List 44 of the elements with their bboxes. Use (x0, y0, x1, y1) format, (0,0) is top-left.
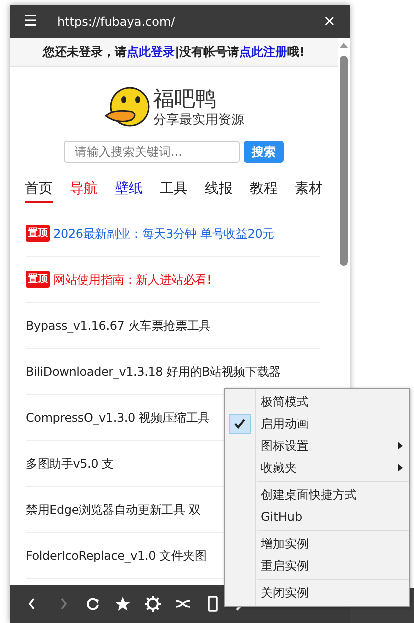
address-text: https://fubaya.com/ (57, 14, 176, 30)
nav-link[interactable]: 首页 (25, 179, 53, 203)
login-text: | (175, 44, 180, 61)
menu-item[interactable]: 增加实例 (225, 533, 409, 555)
pinned-badge: 置顶 (26, 271, 50, 288)
nav-link[interactable]: 工具 (160, 179, 188, 203)
nav-link[interactable]: 素材 (295, 179, 323, 203)
search-field[interactable]: 请输入搜索关键词... (64, 141, 240, 163)
post-link[interactable]: 2026最新副业：每天3分钟 单号收益20元 (54, 224, 274, 242)
nav-link[interactable]: 壁纸 (115, 179, 143, 203)
nav-link[interactable]: 导航 (70, 179, 98, 203)
menu-item[interactable]: 关闭实例 (225, 582, 409, 604)
menu-item[interactable]: 收藏夹 (225, 457, 409, 479)
post-link[interactable]: 网站使用指南：新人进站必看! (54, 270, 212, 288)
post-link[interactable]: 禁用Edge浏览器自动更新工具 双 (26, 500, 201, 518)
post-link[interactable]: BiliDownloader_v1.3.18 好用的B站视频下载器 (26, 362, 281, 380)
nav-link[interactable]: 教程 (250, 179, 278, 203)
menu-item[interactable]: GitHub (225, 506, 409, 528)
post-link[interactable]: 多图助手v5.0 支 (26, 454, 114, 472)
submenu-arrow-icon (398, 442, 403, 450)
gear-icon[interactable] (144, 595, 162, 613)
post-link[interactable]: FolderIcoReplace_v1.0 文件夹图 (26, 546, 207, 564)
menu-item[interactable]: 极简模式 (225, 391, 409, 413)
star-icon[interactable] (114, 595, 132, 613)
login-text: 哦! (287, 44, 305, 61)
login-link[interactable]: 点此登录 (127, 43, 176, 61)
submenu-arrow-icon (398, 464, 403, 472)
login-text: 您还未登录，请 (43, 44, 128, 61)
login-link[interactable]: 点此注册 (239, 43, 288, 61)
post-link[interactable]: CompressO_v1.3.0 视频压缩工具 (26, 408, 210, 426)
menu-item[interactable]: 重启实例 (225, 555, 409, 577)
menu-button[interactable]: ☰ (24, 14, 38, 29)
nav-link[interactable]: 线报 (205, 179, 233, 203)
menu-item[interactable]: 创建桌面快捷方式 (225, 484, 409, 506)
close-button[interactable]: × (323, 14, 336, 29)
site-name: 福吧鸭 (154, 88, 218, 111)
scroll-up-icon (340, 42, 348, 48)
login-text: 没有帐号请 (179, 44, 240, 61)
menu-item[interactable]: 启用动画 (225, 413, 409, 435)
post-link[interactable]: Bypass_v1.16.67 火车票抢票工具 (26, 316, 211, 334)
scrollbar-thumb[interactable] (340, 56, 348, 266)
pinned-badge: 置顶 (26, 225, 50, 242)
menu-item[interactable]: 图标设置 (225, 435, 409, 457)
site-slogan: 分享最实用资源 (154, 112, 244, 130)
